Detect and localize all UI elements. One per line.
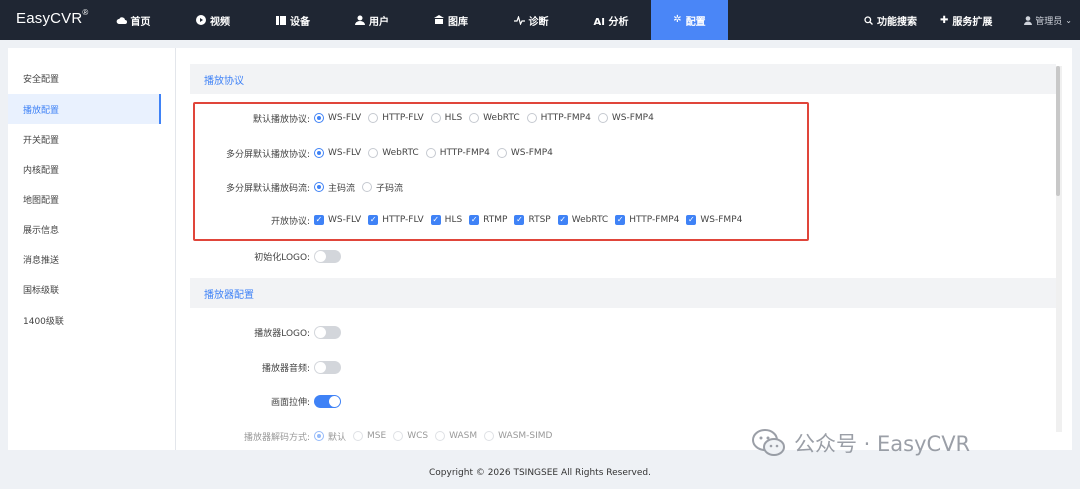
sidebar-item-message[interactable]: 消息推送 [8,244,161,274]
top-nav-bar: EasyCVR® 首页 视频 设备 用户 图库 诊断 AI 分析 ✲ 配置 功能… [0,0,1080,40]
config-sidebar: 安全配置 播放配置 开关配置 内核配置 地图配置 展示信息 消息推送 国标级联 … [8,48,176,450]
radio-decode-default[interactable]: 默认 [314,430,346,443]
radio-multi-http-fmp4[interactable]: HTTP-FMP4 [425,148,490,158]
sidebar-item-playback[interactable]: 播放配置 [8,94,161,124]
section-player-config: 播放器配置 [190,278,1056,308]
init-logo-toggle[interactable] [314,249,341,263]
radio-decode-mse[interactable]: MSE [353,431,386,441]
player-logo-toggle[interactable] [314,325,341,339]
row-stretch: 画面拉伸: [190,391,341,411]
footer: Copyright © 2026 TSINGSEE All Rights Res… [429,468,651,478]
row-default-protocol: 默认播放协议: WS-FLV HTTP-FLV HLS WebRTC HTTP-… [252,113,654,125]
row-player-logo: 播放器LOGO: [190,322,341,342]
radio-default-webrtc[interactable]: WebRTC [469,113,520,123]
wechat-icon [752,429,785,456]
row-player-audio: 播放器音频: [190,357,341,377]
row-multi-default-protocol: 多分屏默认播放协议: WS-FLV WebRTC HTTP-FMP4 WS-FM… [225,148,553,160]
radio-multi-ws-fmp4[interactable]: WS-FMP4 [496,148,553,158]
radio-default-hls[interactable]: HLS [430,113,462,123]
checkbox-ws-flv[interactable]: ✓ WS-FLV [314,215,361,225]
checkbox-webrtc[interactable]: ✓ WebRTC [557,215,608,225]
radio-default-http-flv[interactable]: HTTP-FLV [368,113,424,123]
feature-search-button[interactable]: 功能搜索 [864,0,917,40]
checkbox-rtsp[interactable]: ✓ RTSP [514,215,551,225]
checkbox-ws-fmp4[interactable]: ✓ WS-FMP4 [686,215,742,225]
player-audio-toggle[interactable] [314,360,341,374]
pulse-icon [513,15,525,25]
sidebar-item-kernel[interactable]: 内核配置 [8,154,161,184]
user-icon [355,15,365,25]
radio-sub-stream[interactable]: 子码流 [362,181,403,194]
row-open-protocols: 开放协议: ✓ WS-FLV ✓ HTTP-FLV ✓ HLS ✓ RTMP ✓ RTSP… [270,215,743,227]
nav-config[interactable]: ✲ 配置 [651,0,728,40]
checkbox-http-fmp4[interactable]: ✓ HTTP-FMP4 [615,215,679,225]
puzzle-icon: ✚ [940,14,949,26]
device-icon [276,15,286,25]
play-icon [196,15,206,25]
checkbox-hls[interactable]: ✓ HLS [430,215,462,225]
radio-default-ws-flv[interactable]: WS-FLV [314,113,361,123]
user-menu[interactable]: 管理员 ⌄ [1024,0,1072,40]
nav-gallery[interactable]: 图库 [422,0,480,40]
radio-default-http-fmp4[interactable]: HTTP-FMP4 [526,113,591,123]
row-multi-default-stream: 多分屏默认播放码流: 主码流 子码流 [190,177,406,197]
nav-video[interactable]: 视频 [184,0,242,40]
gallery-icon [434,15,444,24]
content-scrollbar[interactable] [1056,66,1062,432]
radio-multi-ws-flv[interactable]: WS-FLV [314,148,361,158]
sidebar-item-1400-cascade[interactable]: 1400级联 [8,305,161,335]
section-playback-protocol: 播放协议 [190,64,1056,94]
radio-default-ws-fmp4[interactable]: WS-FMP4 [597,113,654,123]
radio-decode-wcs[interactable]: WCS [393,431,428,441]
radio-decode-wasm[interactable]: WASM [435,431,477,441]
nav-device[interactable]: 设备 [264,0,322,40]
nav-ai-analysis[interactable]: AI 分析 [580,0,642,40]
sidebar-item-display[interactable]: 展示信息 [8,214,161,244]
config-content: 播放协议 默认播放协议: WS-FLV HTTP-FLV HLS WebRTC … [176,48,1072,450]
sidebar-item-map[interactable]: 地图配置 [8,184,161,214]
row-decode: 播放器解码方式: 默认 MSE WCS WASM WASM-SIMD [243,430,553,443]
checkbox-rtmp[interactable]: ✓ RTMP [469,215,507,225]
checkbox-http-flv[interactable]: ✓ HTTP-FLV [368,215,424,225]
radio-multi-webrtc[interactable]: WebRTC [368,148,419,158]
sidebar-item-switch[interactable]: 开关配置 [8,124,161,154]
nav-diagnose[interactable]: 诊断 [502,0,560,40]
brand-logo[interactable]: EasyCVR® [16,8,89,27]
gear-icon: ✲ [673,14,682,25]
row-init-logo: 初始化LOGO: [190,246,341,266]
stretch-toggle[interactable] [314,394,341,408]
service-extension-button[interactable]: ✚ 服务扩展 [940,0,992,40]
scroll-thumb[interactable] [1056,66,1060,196]
avatar-icon [1024,15,1033,25]
nav-user[interactable]: 用户 [343,0,401,40]
radio-decode-wasm-simd[interactable]: WASM-SIMD [484,431,553,441]
nav-home[interactable]: 首页 [104,0,162,40]
radio-main-stream[interactable]: 主码流 [314,181,355,194]
chevron-down-icon: ⌄ [1065,15,1072,25]
sidebar-item-security[interactable]: 安全配置 [8,63,161,93]
watermark: 公众号 · EasyCVR [752,428,970,458]
search-icon [864,15,873,25]
sidebar-item-gb-cascade[interactable]: 国标级联 [8,274,161,304]
cloud-icon [116,16,127,24]
